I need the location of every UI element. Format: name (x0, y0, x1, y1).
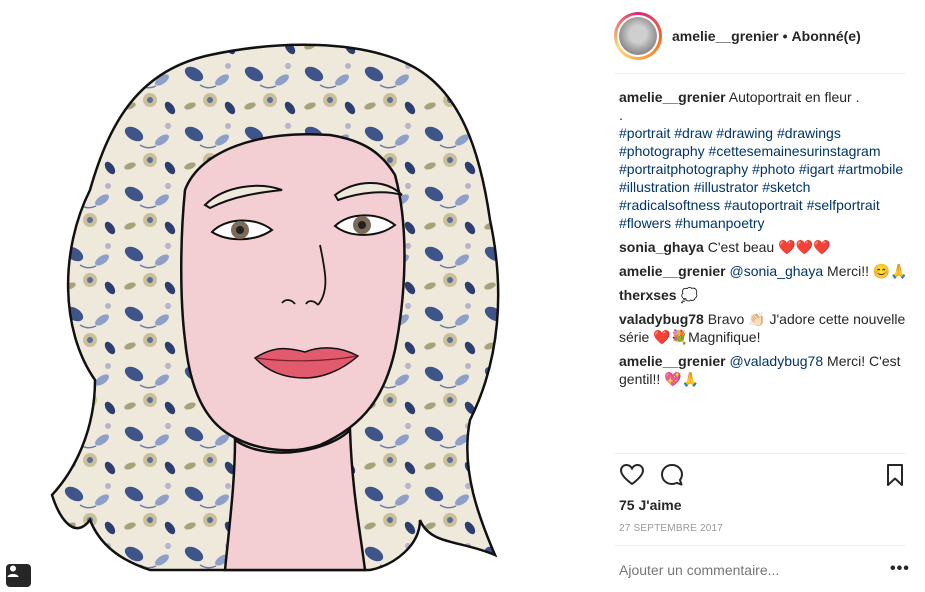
more-options-button[interactable]: ••• (890, 560, 910, 578)
hashtag-link[interactable]: #cettesemainesurinstagram (709, 143, 881, 159)
comment: amelie__grenier @sonia_ghaya Merci!! 😊🙏 (619, 262, 909, 280)
hashtag-link[interactable]: #portraitphotography (619, 161, 748, 177)
comment-mention[interactable]: @valadybug78 (730, 353, 824, 369)
neck-shape (223, 427, 367, 572)
hashtag-list: #portrait #draw #drawing #drawings #phot… (619, 125, 903, 231)
divider (614, 73, 906, 74)
hashtag-link[interactable]: #humanpoetry (675, 215, 765, 231)
comment-username[interactable]: amelie__grenier (619, 353, 726, 369)
caption-text: Autoportrait en fleur . (728, 89, 860, 105)
comment: valadybug78 Bravo 👏🏻 J'adore cette nouve… (619, 310, 909, 346)
header-separator: • (782, 28, 788, 44)
avatar-photo (619, 17, 657, 55)
comments-list: amelie__grenier Autoportrait en fleur . … (619, 88, 909, 394)
header-username[interactable]: amelie__grenier (672, 28, 779, 44)
comment-mention[interactable]: @sonia_ghaya (730, 263, 824, 279)
bookmark-icon[interactable] (883, 462, 907, 488)
face-shape (180, 133, 406, 452)
comment-text: C'est beau ❤️❤️❤️ (707, 239, 831, 255)
user-tag-icon (7, 565, 19, 577)
comment-username[interactable]: therxses (619, 287, 677, 303)
hashtag-link[interactable]: #radicalsoftness (619, 197, 720, 213)
comment-text: 💭 (680, 287, 698, 303)
hashtag-link[interactable]: #portrait (619, 125, 670, 141)
divider (614, 453, 906, 454)
caption-extra: . (619, 107, 623, 123)
add-comment-input[interactable] (619, 562, 869, 578)
post-date[interactable]: 27 SEPTEMBRE 2017 (619, 523, 723, 534)
comment-username[interactable]: valadybug78 (619, 311, 704, 327)
hashtag-link[interactable]: #sketch (762, 179, 810, 195)
hashtag-link[interactable]: #flowers (619, 215, 671, 231)
caption-username[interactable]: amelie__grenier (619, 89, 726, 105)
hashtag-link[interactable]: #draw (674, 125, 712, 141)
comment: sonia_ghaya C'est beau ❤️❤️❤️ (619, 238, 909, 256)
hashtag-link[interactable]: #drawings (777, 125, 841, 141)
divider (614, 545, 906, 546)
avatar[interactable] (614, 12, 662, 60)
hashtag-link[interactable]: #illustrator (694, 179, 759, 195)
comment: amelie__grenier @valadybug78 Merci! C'es… (619, 352, 909, 388)
tagged-users-button[interactable] (6, 564, 31, 587)
hashtag-link[interactable]: #drawing (716, 125, 773, 141)
comment-icon[interactable] (659, 462, 685, 488)
like-count[interactable]: 75 J'aime (619, 497, 682, 513)
heart-icon[interactable] (619, 462, 645, 488)
self-portrait-illustration (50, 43, 500, 572)
follow-status[interactable]: Abonné(e) (792, 28, 861, 44)
action-bar (619, 462, 907, 490)
hashtag-link[interactable]: #illustration (619, 179, 690, 195)
comment-username[interactable]: amelie__grenier (619, 263, 726, 279)
hashtag-link[interactable]: #autoportrait (724, 197, 803, 213)
comment-text: Merci!! 😊🙏 (823, 263, 908, 279)
hashtag-link[interactable]: #photo (752, 161, 795, 177)
hashtag-link[interactable]: #artmobile (838, 161, 903, 177)
comment: therxses 💭 (619, 286, 909, 304)
hashtag-link[interactable]: #photography (619, 143, 705, 159)
header-text: amelie__grenier • Abonné(e) (672, 28, 861, 44)
hashtag-link[interactable]: #igart (799, 161, 834, 177)
comment-username[interactable]: sonia_ghaya (619, 239, 704, 255)
post-header: amelie__grenier • Abonné(e) (614, 12, 861, 60)
hashtag-link[interactable]: #selfportrait (807, 197, 880, 213)
caption: amelie__grenier Autoportrait en fleur . … (619, 88, 909, 232)
post-sidebar: amelie__grenier • Abonné(e) amelie__grenie… (598, 0, 925, 592)
post-image[interactable] (0, 0, 598, 592)
